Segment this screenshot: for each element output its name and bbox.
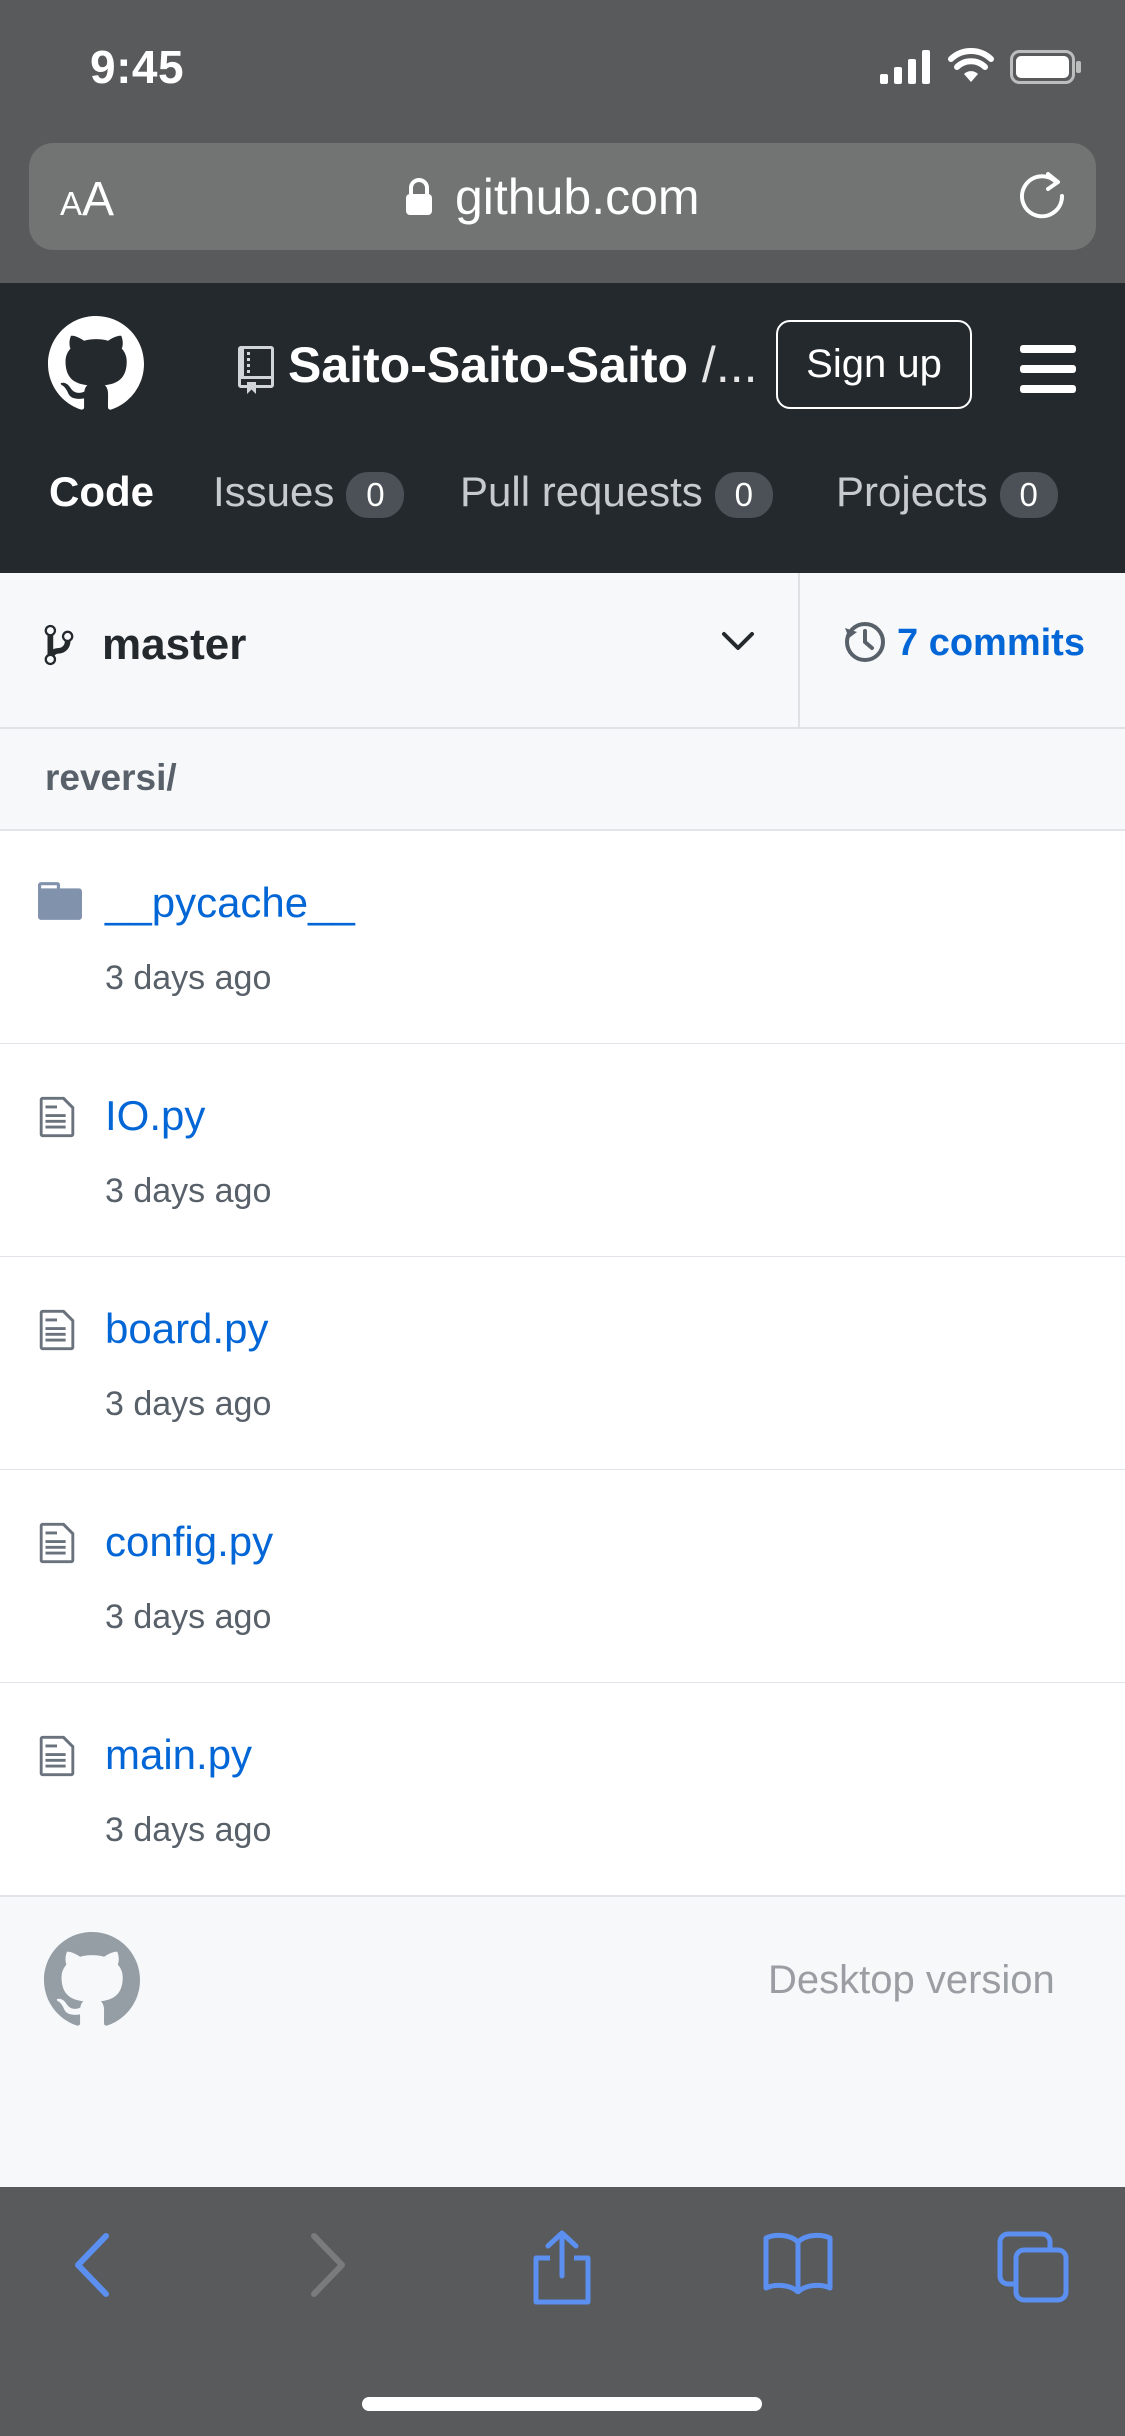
repo-icon	[238, 346, 274, 394]
file-icon	[39, 1309, 75, 1351]
signal-icon	[880, 50, 930, 84]
text-size-button[interactable]: AA	[60, 172, 114, 227]
folder-icon	[38, 882, 82, 920]
file-icon	[39, 1522, 75, 1564]
github-logo-icon[interactable]	[44, 1932, 140, 2028]
file-icon	[39, 1735, 75, 1777]
repo-title[interactable]: Saito-Saito-Saito /...	[288, 336, 758, 394]
tabs-icon[interactable]	[996, 2230, 1070, 2304]
forward-icon[interactable]	[306, 2230, 350, 2300]
share-icon[interactable]	[530, 2230, 594, 2306]
file-name[interactable]: main.py	[105, 1731, 252, 1779]
list-item[interactable]: main.py 3 days ago	[0, 1683, 1125, 1897]
projects-count-badge: 0	[999, 471, 1058, 518]
back-icon[interactable]	[70, 2230, 114, 2300]
reload-icon[interactable]	[1018, 170, 1070, 222]
breadcrumb-path: reversi/	[45, 757, 177, 798]
lock-icon	[406, 178, 432, 215]
list-item[interactable]: board.py 3 days ago	[0, 1257, 1125, 1471]
git-branch-icon	[44, 624, 74, 666]
tab-code[interactable]: Code	[49, 468, 154, 516]
file-name[interactable]: IO.py	[105, 1092, 205, 1140]
tab-projects[interactable]: Projects 0	[836, 468, 1058, 518]
chevron-down-icon[interactable]	[720, 630, 756, 654]
list-item[interactable]: IO.py 3 days ago	[0, 1044, 1125, 1258]
desktop-version-link[interactable]: Desktop version	[768, 1958, 1055, 2003]
file-age: 3 days ago	[105, 1385, 272, 1423]
file-age: 3 days ago	[105, 1811, 272, 1849]
menu-icon[interactable]	[1020, 345, 1076, 393]
status-time: 9:45	[90, 41, 185, 93]
repo-separator: /...	[688, 337, 758, 393]
battery-icon	[1010, 50, 1081, 84]
branch-selector[interactable]: master	[102, 620, 246, 670]
sign-up-button[interactable]: Sign up	[776, 320, 972, 409]
repo-owner[interactable]: Saito-Saito-Saito	[288, 337, 688, 393]
branch-divider	[798, 573, 800, 727]
file-age: 3 days ago	[105, 1598, 272, 1636]
tab-pull-requests[interactable]: Pull requests 0	[460, 468, 773, 518]
home-indicator	[362, 2397, 762, 2411]
file-icon	[39, 1096, 75, 1138]
file-age: 3 days ago	[105, 959, 272, 997]
list-item[interactable]: config.py 3 days ago	[0, 1470, 1125, 1684]
page-footer	[0, 1895, 1125, 2189]
bookmarks-icon[interactable]	[762, 2230, 834, 2294]
file-name[interactable]: config.py	[105, 1518, 273, 1566]
file-age: 3 days ago	[105, 1172, 272, 1210]
pulls-count-badge: 0	[714, 471, 773, 518]
tab-issues[interactable]: Issues 0	[213, 468, 405, 518]
issues-count-badge: 0	[346, 471, 405, 518]
wifi-icon	[948, 48, 994, 82]
url-text: github.com	[455, 169, 700, 225]
file-name[interactable]: __pycache__	[105, 879, 355, 927]
github-logo-icon[interactable]	[48, 316, 144, 412]
history-icon	[845, 622, 885, 662]
list-item[interactable]: __pycache__ 3 days ago	[0, 831, 1125, 1045]
file-name[interactable]: board.py	[105, 1305, 268, 1353]
commits-link[interactable]: 7 commits	[897, 622, 1085, 665]
